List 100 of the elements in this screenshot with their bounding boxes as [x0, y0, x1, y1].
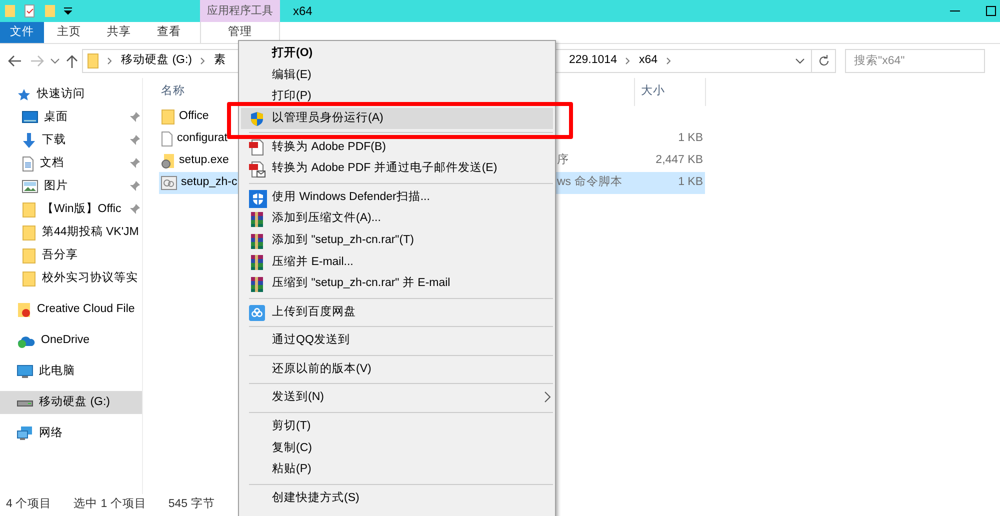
refresh-button[interactable] [812, 49, 836, 73]
breadcrumb[interactable]: 229.1014 [569, 52, 617, 70]
sidebar-item[interactable]: 图片 [0, 175, 142, 198]
ribbon-tab[interactable]: 查看 [144, 22, 194, 43]
sidebar-label: 此电脑 [39, 364, 75, 379]
sidebar-label: Creative Cloud File [37, 302, 135, 317]
sidebar-item[interactable]: 下载 [0, 129, 142, 152]
pdf-mail-icon [249, 160, 266, 179]
menu-item[interactable]: 打开(O) [241, 43, 553, 65]
breadcrumb[interactable]: 移动硬盘 (G:) [121, 52, 192, 70]
file-size: 1 KB [678, 132, 703, 144]
picture-icon [22, 180, 38, 193]
ribbon-tab[interactable]: 共享 [94, 22, 144, 43]
menu-item[interactable]: 发送到(N) [241, 387, 553, 409]
back-icon [8, 55, 22, 67]
shield-icon [249, 190, 267, 208]
sidebar-item[interactable]: Creative Cloud File [0, 298, 142, 321]
sidebar-item[interactable]: 第44期投稿 VK'JM [0, 221, 142, 244]
sidebar-label: 吾分享 [42, 247, 78, 263]
menu-item[interactable]: 转换为 Adobe PDF(B) [241, 136, 553, 158]
sidebar-item[interactable]: 移动硬盘 (G:) [0, 391, 142, 414]
ribbon-tab[interactable]: 文件 [0, 22, 44, 43]
folder-icon [4, 4, 16, 18]
menu-item[interactable]: 使用 Windows Defender扫描... [241, 186, 553, 208]
file-size: 2,447 KB [656, 154, 703, 166]
menu-item[interactable]: 添加到压缩文件(A)... [241, 208, 553, 230]
menu-item[interactable]: 以管理员身份运行(A) [241, 108, 553, 130]
download-icon [22, 132, 36, 148]
folder-icon [22, 224, 36, 240]
chevron-right-icon [200, 57, 206, 65]
sidebar-label: 文档 [40, 156, 64, 171]
breadcrumb[interactable]: 素 [214, 52, 226, 70]
refresh-icon [818, 55, 830, 67]
sidebar-label: 第44期投稿 VK'JM [42, 224, 139, 240]
folder-icon [44, 4, 56, 18]
sidebar-item[interactable]: 【Win版】Offic [0, 198, 142, 221]
menu-item[interactable]: 压缩到 "setup_zh-cn.rar" 并 E-mail [241, 272, 553, 295]
pdf-file-icon [249, 139, 265, 156]
file-icon [161, 131, 173, 147]
cloud-icon [249, 304, 265, 321]
chevron-right-icon [624, 57, 631, 65]
window-title: x64 [292, 3, 312, 20]
file-name[interactable]: setup.exe [179, 152, 229, 170]
breadcrumb[interactable]: x64 [638, 52, 658, 70]
menu-item[interactable]: 打印(P) [241, 86, 553, 108]
ribbon-tab[interactable]: 主页 [44, 22, 94, 43]
menu-item[interactable]: 编辑(E) [241, 64, 553, 86]
cloud-icon [17, 334, 35, 348]
sidebar-label: 图片 [44, 178, 68, 194]
file-type: ws 命令脚本 [557, 176, 622, 188]
checklist-icon [24, 4, 36, 18]
sidebar-label: 下载 [42, 132, 66, 148]
sidebar-item[interactable]: 快速访问 [0, 83, 142, 106]
maximize-icon[interactable] [986, 6, 996, 16]
sidebar-item[interactable]: 桌面 [0, 106, 142, 129]
menu-item[interactable]: 转换为 Adobe PDF 并通过电子邮件发送(E) [241, 158, 553, 180]
file-name[interactable]: Office [179, 108, 209, 126]
menu-item[interactable]: 创建快捷方式(S) [241, 488, 553, 510]
sidebar-item[interactable]: 校外实习协议等实 [0, 267, 142, 290]
drive-icon [17, 398, 33, 406]
dropdown-icon [64, 7, 72, 15]
file-type: 序 [557, 154, 569, 166]
sidebar-item[interactable]: 吾分享 [0, 244, 142, 267]
chevron-right-icon [107, 57, 113, 65]
chevron-down-icon [50, 57, 60, 65]
sidebar-item[interactable]: 此电脑 [0, 360, 142, 383]
menu-item[interactable]: 压缩并 E-mail... [241, 251, 553, 273]
sidebar-label: 校外实习协议等实 [42, 270, 138, 286]
search-field[interactable]: 搜索"x64" [845, 49, 985, 73]
file-name[interactable]: setup_zh-c [181, 174, 238, 192]
folder-icon [161, 109, 175, 125]
folder-icon [22, 248, 36, 264]
setup-file-icon [161, 153, 175, 169]
menu-item[interactable]: 上传到百度网盘 [241, 302, 553, 324]
script-file-icon [161, 176, 177, 190]
menu-item[interactable]: 添加到 "setup_zh-cn.rar"(T) [241, 230, 553, 252]
menu-item[interactable]: 剪切(T) [241, 416, 553, 438]
book-stack-icon [249, 276, 265, 293]
column-header[interactable]: 大小 [634, 78, 706, 106]
folder-icon [87, 53, 99, 69]
sidebar-label: 快速访问 [37, 86, 85, 102]
sidebar-item[interactable]: OneDrive [0, 329, 142, 352]
menu-item[interactable]: 通过QQ发送到 [241, 330, 553, 352]
shield-icon [249, 110, 265, 127]
menu-item[interactable]: 粘贴(P) [241, 459, 553, 481]
file-name[interactable]: configurat [177, 130, 228, 148]
file-size: 1 KB [678, 176, 703, 188]
document-icon [22, 156, 34, 172]
file-details-cell[interactable]: ws 命令脚本 1 KB [555, 172, 705, 194]
sidebar-label: 桌面 [44, 110, 68, 125]
status-text: 545 字节 [168, 496, 215, 512]
sidebar-item[interactable]: 文档 [0, 152, 142, 175]
status-text: 4 个项目 [6, 496, 52, 512]
menu-item[interactable]: 复制(C) [241, 438, 553, 460]
sidebar-label: OneDrive [41, 332, 90, 348]
folder-icon [22, 202, 36, 218]
menu-item[interactable]: 还原以前的版本(V) [241, 358, 553, 380]
file-name-cell[interactable]: setup_zh-c [159, 172, 238, 194]
sidebar-item[interactable]: 网络 [0, 422, 142, 445]
chevron-down-icon [795, 57, 805, 65]
